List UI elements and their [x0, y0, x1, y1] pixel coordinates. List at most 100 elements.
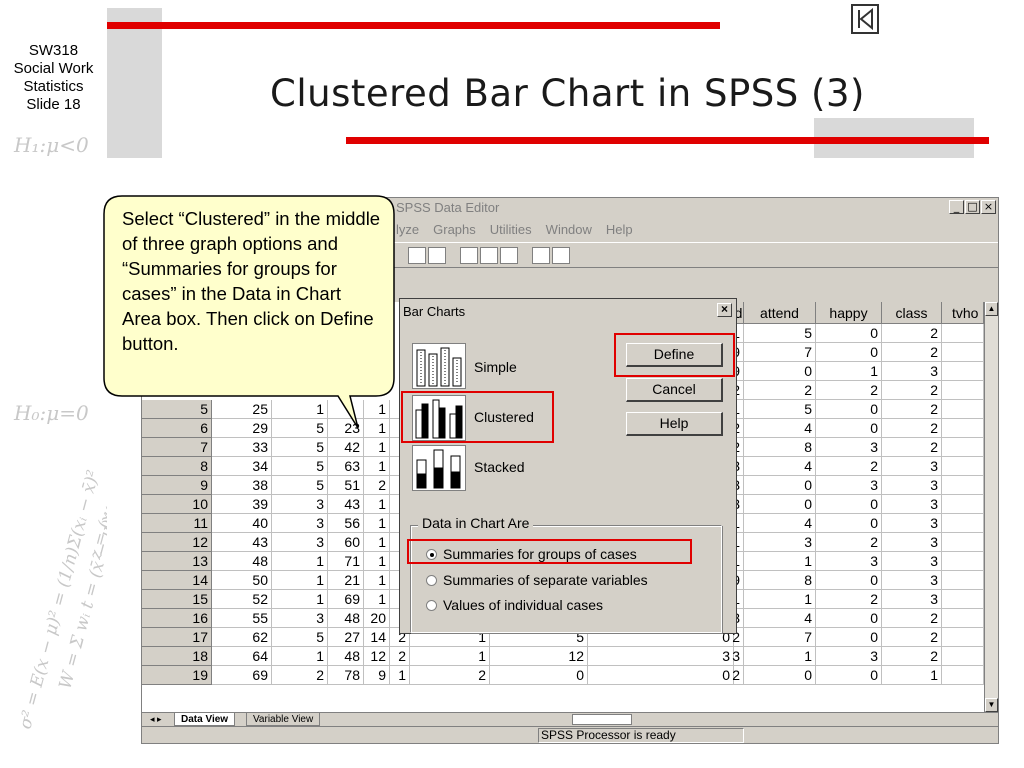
- radio-summaries-variables[interactable]: Summaries of separate variables: [426, 572, 648, 588]
- weight-cases-icon[interactable]: [480, 247, 498, 264]
- table-cell-class[interactable]: 2: [882, 381, 942, 400]
- table-cell-tv[interactable]: [942, 590, 984, 609]
- table-cell-happy[interactable]: 0: [816, 609, 882, 628]
- row-number[interactable]: 12: [142, 533, 212, 552]
- table-cell-class[interactable]: 2: [882, 438, 942, 457]
- table-cell-class[interactable]: 2: [882, 609, 942, 628]
- table-cell-tv[interactable]: [942, 628, 984, 647]
- table-cell-attend[interactable]: 7: [744, 628, 816, 647]
- table-cell-attend[interactable]: 1: [744, 590, 816, 609]
- row-number[interactable]: 9: [142, 476, 212, 495]
- table-cell-c4[interactable]: 1: [364, 533, 390, 552]
- radio-unselected-icon[interactable]: [426, 599, 437, 611]
- table-cell-c4[interactable]: 1: [364, 438, 390, 457]
- table-cell-class[interactable]: 2: [882, 419, 942, 438]
- maximize-button[interactable]: □: [965, 200, 980, 214]
- table-cell-c4[interactable]: 1: [364, 514, 390, 533]
- table-cell-class[interactable]: 3: [882, 571, 942, 590]
- table-cell-c1[interactable]: 39: [212, 495, 272, 514]
- option-simple-label[interactable]: Simple: [474, 359, 517, 375]
- table-cell-c4[interactable]: 1: [364, 457, 390, 476]
- menu-graphs[interactable]: Graphs: [433, 222, 476, 240]
- tab-nav-arrows-icon[interactable]: ◂ ▸: [144, 713, 168, 726]
- table-cell-class[interactable]: 3: [882, 552, 942, 571]
- scroll-up-arrow-icon[interactable]: ▲: [985, 302, 998, 316]
- table-cell-c1[interactable]: 69: [212, 666, 272, 685]
- table-cell-c2[interactable]: 5: [272, 476, 328, 495]
- table-cell-class[interactable]: 3: [882, 533, 942, 552]
- column-header-class[interactable]: class: [882, 302, 942, 324]
- table-cell-c1[interactable]: 55: [212, 609, 272, 628]
- table-cell-tv[interactable]: [942, 533, 984, 552]
- table-cell-c2[interactable]: 3: [272, 514, 328, 533]
- table-cell-attend[interactable]: 0: [744, 476, 816, 495]
- table-cell-attend[interactable]: 2: [744, 381, 816, 400]
- table-cell-class[interactable]: 3: [882, 362, 942, 381]
- table-cell-c1[interactable]: 43: [212, 533, 272, 552]
- table-cell-happy[interactable]: 2: [816, 457, 882, 476]
- table-cell-tv[interactable]: [942, 647, 984, 666]
- table-cell-happy[interactable]: 0: [816, 419, 882, 438]
- table-cell-attend[interactable]: 1: [744, 552, 816, 571]
- table-cell-c3[interactable]: 78: [328, 666, 364, 685]
- row-number[interactable]: 16: [142, 609, 212, 628]
- option-stacked-label[interactable]: Stacked: [474, 459, 525, 475]
- table-cell-c4[interactable]: 1: [364, 495, 390, 514]
- table-cell-happy[interactable]: 2: [816, 381, 882, 400]
- table-cell-happy[interactable]: 3: [816, 647, 882, 666]
- table-cell-c1[interactable]: 48: [212, 552, 272, 571]
- table-cell-c1[interactable]: 50: [212, 571, 272, 590]
- split-file-icon[interactable]: [460, 247, 478, 264]
- table-cell-c2[interactable]: 1: [272, 647, 328, 666]
- table-cell-tv[interactable]: [942, 343, 984, 362]
- table-cell-c3[interactable]: 43: [328, 495, 364, 514]
- help-button[interactable]: Help: [626, 412, 723, 436]
- table-cell-c7[interactable]: 12: [490, 647, 588, 666]
- table-cell-c1[interactable]: 64: [212, 647, 272, 666]
- table-cell-tv[interactable]: [942, 457, 984, 476]
- table-cell-attend[interactable]: 5: [744, 324, 816, 343]
- select-cases-icon[interactable]: [500, 247, 518, 264]
- table-cell-c4[interactable]: 20: [364, 609, 390, 628]
- table-cell-attend[interactable]: 4: [744, 457, 816, 476]
- table-cell-c4[interactable]: 1: [364, 590, 390, 609]
- table-cell-c4[interactable]: 1: [364, 552, 390, 571]
- table-cell-happy[interactable]: 0: [816, 324, 882, 343]
- table-cell-class[interactable]: 3: [882, 457, 942, 476]
- table-cell-c1[interactable]: 33: [212, 438, 272, 457]
- table-cell-c3[interactable]: 48: [328, 609, 364, 628]
- table-cell-c2[interactable]: 1: [272, 552, 328, 571]
- table-cell-tv[interactable]: [942, 552, 984, 571]
- table-cell-happy[interactable]: 1: [816, 362, 882, 381]
- table-cell-attend[interactable]: 8: [744, 571, 816, 590]
- table-cell-attend[interactable]: 0: [744, 495, 816, 514]
- table-cell-class[interactable]: 3: [882, 476, 942, 495]
- table-cell-c3[interactable]: 71: [328, 552, 364, 571]
- table-cell-c1[interactable]: 52: [212, 590, 272, 609]
- table-cell-c4[interactable]: 14: [364, 628, 390, 647]
- table-cell-tv[interactable]: [942, 495, 984, 514]
- table-cell-tv[interactable]: [942, 400, 984, 419]
- table-cell-c2[interactable]: 3: [272, 495, 328, 514]
- table-cell-attend[interactable]: 3: [744, 533, 816, 552]
- table-cell-tv[interactable]: [942, 381, 984, 400]
- table-cell-happy[interactable]: 0: [816, 666, 882, 685]
- row-number[interactable]: 19: [142, 666, 212, 685]
- table-cell-c1[interactable]: 34: [212, 457, 272, 476]
- insert-case-icon[interactable]: [408, 247, 426, 264]
- table-cell-happy[interactable]: 0: [816, 495, 882, 514]
- table-cell-attend[interactable]: 0: [744, 362, 816, 381]
- value-labels-icon[interactable]: [532, 247, 550, 264]
- table-cell-tv[interactable]: [942, 324, 984, 343]
- table-cell-c5[interactable]: 2: [390, 647, 410, 666]
- column-header-happy[interactable]: happy: [816, 302, 882, 324]
- row-number[interactable]: 15: [142, 590, 212, 609]
- row-number[interactable]: 18: [142, 647, 212, 666]
- table-cell-happy[interactable]: 0: [816, 343, 882, 362]
- table-cell-c4[interactable]: 2: [364, 476, 390, 495]
- table-cell-d[interactable]: 3: [712, 647, 744, 666]
- table-cell-c3[interactable]: 21: [328, 571, 364, 590]
- table-cell-c4[interactable]: 1: [364, 571, 390, 590]
- row-number[interactable]: 17: [142, 628, 212, 647]
- table-cell-c2[interactable]: 1: [272, 571, 328, 590]
